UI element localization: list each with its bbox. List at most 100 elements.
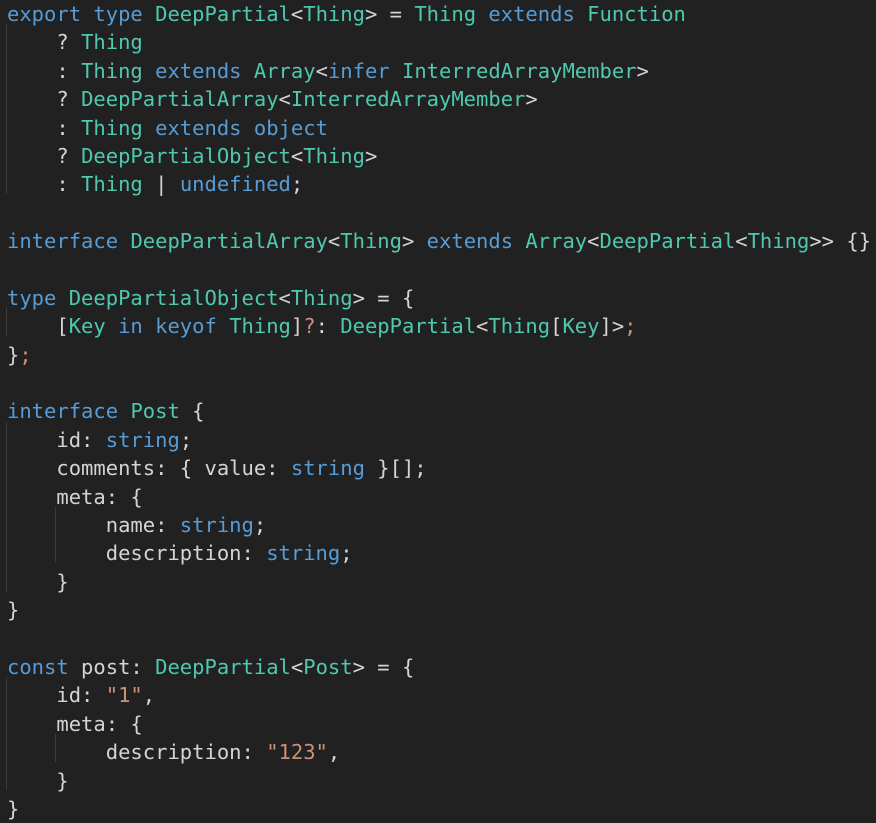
code-line[interactable]: export type DeepPartial<Thing> = Thing e… [7,0,876,28]
code-token: Key [68,314,106,339]
code-token: meta: { [7,711,143,736]
code-line[interactable]: name: string; [7,511,876,539]
code-line[interactable]: [Key in keyof Thing]?: DeepPartial<Thing… [7,312,876,340]
code-token: | [142,172,180,197]
indent-guide [6,24,7,194]
code-line[interactable]: const post: DeepPartial<Post> = { [7,653,876,681]
code-line[interactable]: } [7,795,876,823]
code-token: , [142,683,156,708]
code-token: < [587,229,600,254]
code-token: Thing [747,229,810,254]
code-token: } [7,342,20,367]
code-token: string [290,456,365,481]
code-token: Thing [414,2,477,26]
code-token: < [735,229,748,254]
code-token: DeepPartialArray [81,87,279,112]
code-token: InterredArrayMember [402,58,637,83]
code-token: > [525,87,538,112]
code-token: Thing [81,115,143,140]
code-line[interactable]: id: string; [7,426,876,454]
code-token: Thing [81,58,143,83]
code-line[interactable]: description: string; [7,539,876,567]
code-token: }[]; [364,456,427,481]
code-token: object [253,115,328,140]
code-token: ? [303,314,316,339]
code-lines-container[interactable]: export type DeepPartial<Thing> = Thing e… [7,0,876,823]
code-line[interactable]: : Thing extends object [7,114,876,142]
code-line[interactable]: } [7,596,876,624]
code-line[interactable]: interface DeepPartialArray<Thing> extend… [7,227,876,255]
code-token: interface [7,399,119,424]
code-token: > [364,143,378,168]
code-token: id: [7,427,106,452]
code-line[interactable] [7,369,876,397]
code-line[interactable]: meta: { [7,710,876,738]
code-token: >> {} [809,229,872,254]
code-token: < [290,143,304,168]
code-token: name: [7,513,180,538]
code-token: : [7,115,82,140]
code-token: Thing [229,314,291,339]
code-token: interface [7,229,119,254]
code-token: DeepPartialObject [68,285,279,310]
code-token: ; [19,342,32,367]
code-line[interactable]: description: "123", [7,738,876,766]
indent-guide [6,422,7,592]
code-line[interactable]: type DeepPartialObject<Thing> = { [7,284,876,312]
code-token: } [7,796,20,821]
code-token: DeepPartial [340,314,477,339]
code-line[interactable] [7,199,876,227]
code-line[interactable]: id: "1", [7,681,876,709]
code-token: } [7,598,20,623]
code-token: > = { [352,285,415,310]
code-line[interactable]: meta: { [7,483,876,511]
code-token: < [290,654,304,679]
code-token: comments: { value: [7,456,291,481]
code-editor[interactable]: export type DeepPartial<Thing> = Thing e… [0,0,876,823]
code-line[interactable]: : Thing extends Array<infer InterredArra… [7,57,876,85]
code-line[interactable]: } [7,767,876,795]
code-token: ; [340,541,353,566]
code-line[interactable]: ? Thing [7,28,876,56]
code-token: ] [290,314,304,339]
code-token: description: [7,740,267,765]
code-token: Thing [303,143,365,168]
code-token: ; [253,513,267,538]
code-token: DeepPartial [155,2,291,26]
code-token: < [278,285,291,310]
code-line[interactable]: } [7,568,876,596]
code-token: string [266,541,341,566]
code-token: < [278,87,291,112]
code-line[interactable]: ? DeepPartialObject<Thing> [7,142,876,170]
code-line[interactable] [7,256,876,284]
code-line[interactable] [7,625,876,653]
code-token: post: [68,654,156,679]
code-line[interactable]: }; [7,341,876,369]
code-token: extends [155,58,242,83]
code-line[interactable]: interface Post { [7,397,876,425]
code-token: ? [7,87,82,112]
code-token: ? [7,30,82,55]
code-token: string [105,427,180,452]
code-token: meta: { [7,484,143,509]
code-token: const [7,654,69,679]
code-token: ; [179,427,193,452]
code-line[interactable]: ? DeepPartialArray<InterredArrayMember> [7,85,876,113]
code-line[interactable]: : Thing | undefined; [7,170,876,198]
code-token: { [179,399,205,424]
code-token: < [327,229,341,254]
code-line[interactable]: comments: { value: string }[]; [7,454,876,482]
code-token: DeepPartial [155,654,291,679]
code-token: id: [7,683,106,708]
code-token: < [290,2,304,26]
code-token: ]> [599,314,625,339]
